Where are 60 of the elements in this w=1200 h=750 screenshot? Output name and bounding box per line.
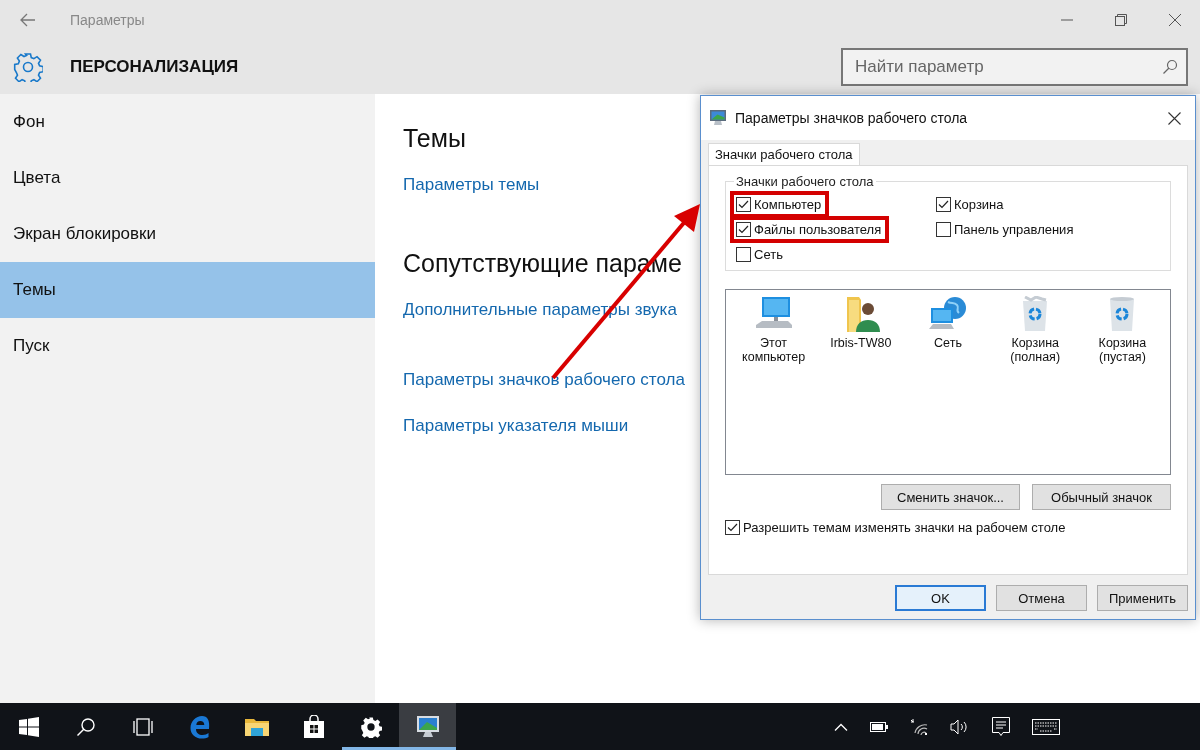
sidebar-item[interactable]: Экран блокировки (0, 206, 375, 262)
icon-label: Корзина (полная) (1009, 336, 1062, 364)
sidebar-item[interactable]: Фон (0, 94, 375, 150)
keyboard-icon[interactable] (1032, 718, 1060, 735)
chevron-up-icon[interactable] (834, 722, 848, 731)
checkbox[interactable]: Файлы пользователя (734, 220, 886, 239)
icon-label: Этот компьютер (741, 336, 807, 364)
desktop-icon-item[interactable]: Irbis-TW80 (821, 296, 901, 468)
battery-icon[interactable] (870, 721, 888, 732)
shopping-bag-icon[interactable] (302, 714, 325, 739)
desktop-icon-item[interactable]: Корзина (пустая) (1082, 296, 1162, 468)
checkbox[interactable]: Корзина (934, 195, 1008, 214)
checkbox[interactable]: Компьютер (734, 195, 826, 214)
icon-label: Сеть (934, 336, 962, 350)
checkmark-icon (738, 200, 749, 209)
task-view-icon[interactable] (131, 717, 154, 736)
dialog-button[interactable]: Применить (1097, 585, 1188, 611)
search-icon[interactable] (75, 716, 96, 737)
desktop-icon-item[interactable]: Этот компьютер (734, 296, 814, 468)
checkmark-icon (738, 225, 749, 234)
settings-link[interactable]: Параметры указателя мыши (403, 416, 629, 436)
network-globe-icon (928, 296, 968, 332)
sidebar-item[interactable]: Пуск (0, 318, 375, 374)
monitor-icon[interactable] (414, 713, 441, 740)
speaker-icon[interactable] (950, 718, 970, 735)
checkbox[interactable]: Сеть (734, 245, 787, 264)
window-title: Параметры (70, 12, 145, 28)
taskbar-button[interactable] (399, 703, 456, 750)
sidebar-item[interactable]: Цвета (0, 150, 375, 206)
restore-icon[interactable] (1115, 14, 1127, 26)
icon-label: Irbis-TW80 (830, 336, 892, 350)
checkbox[interactable]: Панель управления (934, 220, 1078, 239)
dialog-button[interactable]: Сменить значок... (881, 484, 1020, 510)
desktop-icon-item[interactable]: Сеть (908, 296, 988, 468)
search-field[interactable]: Найти параметр (841, 48, 1188, 86)
sidebar-item[interactable]: Темы (0, 262, 375, 318)
close-icon[interactable] (1168, 111, 1181, 125)
dialog-button[interactable]: Обычный значок (1032, 484, 1171, 510)
dialog-button[interactable]: OK (895, 585, 986, 611)
close-icon[interactable] (1169, 14, 1181, 26)
section-heading: Темы (403, 124, 466, 153)
icon-label: Корзина (пустая) (1097, 336, 1148, 364)
monitor-icon (709, 109, 727, 127)
settings-icon[interactable] (359, 715, 382, 738)
dialog-button[interactable]: Отмена (996, 585, 1087, 611)
windows-logo-icon[interactable] (18, 716, 39, 737)
dialog-title: Параметры значков рабочего стола (735, 110, 968, 126)
group-label: Значки рабочего стола (735, 174, 875, 189)
settings-link[interactable]: Параметры значков рабочего стола (403, 370, 685, 390)
checkbox[interactable]: Разрешить темам изменять значки на рабочем столе (725, 518, 1171, 537)
settings-icon (13, 52, 43, 82)
notifications-icon[interactable] (992, 716, 1010, 737)
section-title: ПЕРСОНАЛИЗАЦИЯ (70, 57, 239, 77)
checkmark-icon (938, 200, 949, 209)
dialog-tab[interactable]: Значки рабочего стола (708, 143, 860, 165)
checkmark-icon (727, 523, 738, 532)
back-arrow-icon[interactable] (20, 13, 36, 27)
wifi-icon[interactable] (910, 717, 928, 736)
settings-link[interactable]: Параметры темы (403, 175, 540, 195)
desktop-icon-item[interactable]: Корзина (полная) (995, 296, 1075, 468)
